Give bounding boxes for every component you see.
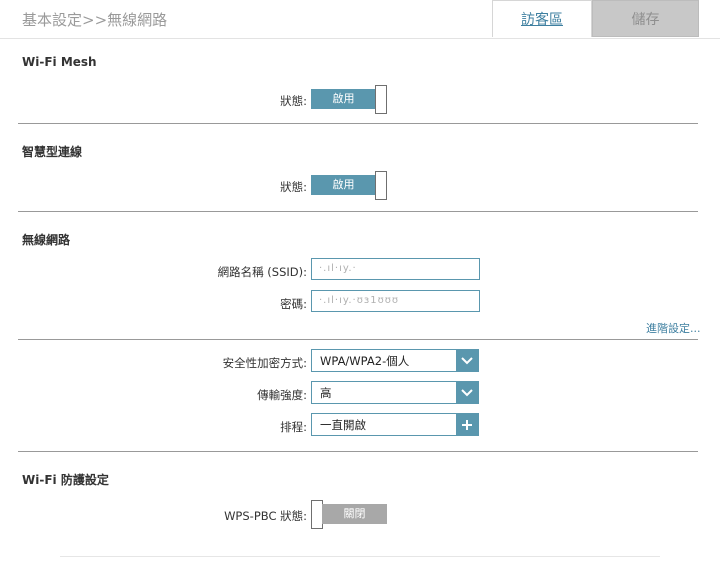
power-select[interactable]: 高 [311, 381, 479, 404]
guest-zone-tab[interactable]: 訪客區 [492, 0, 592, 37]
divider [18, 211, 698, 212]
ssid-input[interactable]: ·.ıl·ıy.· [311, 258, 480, 280]
security-label: 安全性加密方式: [222, 356, 307, 370]
wifi-mesh-status-label: 狀態: [280, 94, 307, 108]
wifi-mesh-toggle-knob[interactable] [375, 85, 387, 114]
smart-connect-toggle[interactable]: 啟用 [311, 171, 387, 200]
guest-zone-link[interactable]: 訪客區 [521, 9, 563, 29]
divider [18, 123, 698, 124]
security-select[interactable]: WPA/WPA2-個人 [311, 349, 479, 372]
wps-toggle[interactable]: 關閉 [311, 500, 387, 529]
smart-connect-status-label: 狀態: [280, 180, 307, 194]
schedule-select[interactable]: 一直開啟 [311, 413, 479, 436]
password-input[interactable]: ·.ıl·ıy.·ʊɜ1ʊʊʊ [311, 290, 480, 312]
footer-divider [60, 556, 660, 557]
wireless-title: 無線網路 [22, 233, 71, 247]
chevron-down-icon[interactable] [456, 382, 478, 403]
ssid-label: 網路名稱 (SSID): [217, 265, 307, 279]
wps-toggle-label: 關閉 [322, 504, 387, 524]
divider [18, 339, 698, 340]
password-label: 密碼: [280, 297, 307, 311]
smart-connect-title: 智慧型連線 [22, 145, 83, 159]
wifi-mesh-toggle-label: 啟用 [311, 89, 376, 109]
chevron-down-icon[interactable] [456, 350, 478, 371]
smart-connect-toggle-label: 啟用 [311, 175, 376, 195]
security-value: WPA/WPA2-個人 [320, 354, 410, 368]
power-value: 高 [320, 386, 332, 400]
schedule-value: 一直開啟 [320, 418, 366, 432]
breadcrumb: 基本設定>>無線網路 [22, 11, 168, 29]
save-button[interactable]: 儲存 [592, 0, 699, 37]
wifi-mesh-toggle[interactable]: 啟用 [311, 85, 387, 114]
advanced-settings-link[interactable]: 進階設定... [646, 320, 701, 336]
divider [18, 451, 698, 452]
plus-icon[interactable] [456, 414, 478, 435]
wps-title: Wi-Fi 防護設定 [22, 473, 109, 487]
power-label: 傳輸強度: [257, 388, 307, 402]
wifi-mesh-title: Wi-Fi Mesh [22, 55, 97, 69]
top-bar: 基本設定>>無線網路 訪客區 儲存 [0, 0, 720, 39]
schedule-label: 排程: [280, 420, 307, 434]
wps-status-label: WPS-PBC 狀態: [224, 509, 307, 523]
smart-connect-toggle-knob[interactable] [375, 171, 387, 200]
